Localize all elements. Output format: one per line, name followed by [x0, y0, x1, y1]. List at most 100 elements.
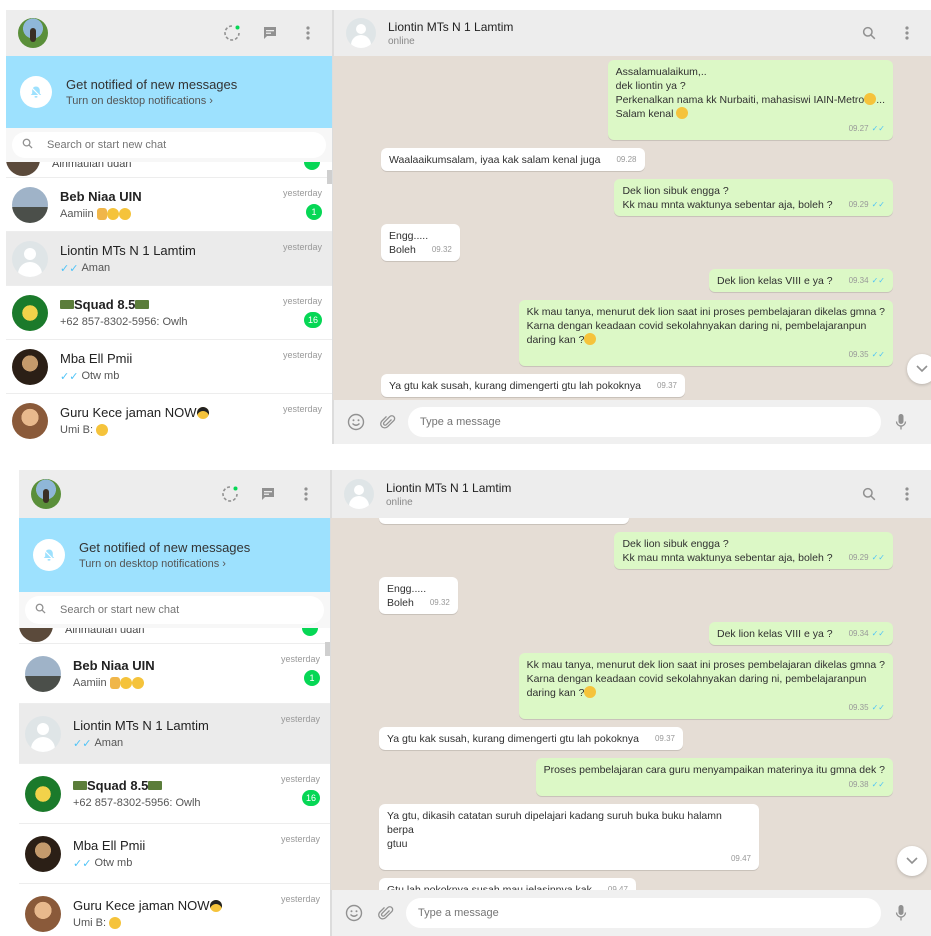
- message-bubble[interactable]: Dek lion kelas VIII e ya ? 09.34 ✓✓: [709, 622, 893, 645]
- search-box[interactable]: [12, 132, 326, 158]
- sidebar: Get notified of new messages Turn on des…: [19, 470, 331, 936]
- chat-item-guru-kece[interactable]: Guru Kece jaman NOW Umi B: yesterday: [6, 394, 332, 444]
- message-list[interactable]: Dek lion sibuk engga ? Kk mau mnta waktu…: [331, 518, 931, 892]
- menu-icon[interactable]: [895, 482, 919, 506]
- message-text: Ya gtu kak susah, kurang dimengerti gtu …: [387, 733, 639, 745]
- message-incoming: Engg..... Boleh 09.32: [381, 224, 893, 261]
- message-bubble[interactable]: Ya gtu kak susah, kurang dimengerti gtu …: [381, 374, 685, 397]
- message-bubble[interactable]: Dek lion sibuk engga ? Kk mau mnta waktu…: [614, 532, 893, 569]
- message-bubble[interactable]: Dek lion kelas VIII e ya ? 09.34 ✓✓: [709, 269, 893, 292]
- notification-link[interactable]: Turn on desktop notifications ›: [66, 95, 237, 107]
- chat-time: yesterday: [282, 242, 322, 252]
- chat-item-squad[interactable]: Squad 8.5 +62 857-8302-5956: Owlh yester…: [6, 286, 332, 340]
- books-emoji-icon: [148, 781, 163, 790]
- pray-emoji-icon: [96, 208, 107, 220]
- chat-item-beb-niaa-uin[interactable]: Beb Niaa UIN Aamiin yesterday 1: [19, 644, 330, 704]
- chat-last-message: ✓✓ Otw mb: [73, 857, 133, 870]
- chat-item-liontin[interactable]: Liontin MTs N 1 Lamtim ✓✓ Aman yesterday: [19, 704, 330, 764]
- message-bubble[interactable]: Kk mau tanya, menurut dek lion saat ini …: [518, 653, 893, 719]
- relieved-emoji-icon: [96, 424, 109, 436]
- search-icon: [35, 601, 46, 619]
- search-input[interactable]: [60, 604, 300, 616]
- message-text: Ya gtu, dikasih catatan suruh dipelajari…: [387, 810, 722, 850]
- attach-icon[interactable]: [374, 901, 398, 925]
- notification-banner[interactable]: Get notified of new messages Turn on des…: [19, 518, 330, 592]
- menu-icon[interactable]: [294, 482, 318, 506]
- chat-item-partial[interactable]: Ainmaulan udan: [19, 628, 330, 644]
- message-time: 09.37: [654, 734, 675, 743]
- whatsapp-window: Get notified of new messages Turn on des…: [6, 10, 931, 444]
- screenshot-top: Get notified of new messages Turn on des…: [6, 10, 931, 444]
- chat-avatar: [25, 895, 61, 932]
- read-ticks-icon: ✓✓: [871, 553, 885, 562]
- new-chat-icon[interactable]: [256, 482, 280, 506]
- search-box[interactable]: [25, 596, 324, 624]
- search-bar: [19, 592, 330, 628]
- emoji-icon[interactable]: [342, 901, 366, 925]
- message-input[interactable]: [420, 416, 869, 428]
- my-avatar[interactable]: [18, 18, 48, 48]
- chat-item-guru-kece[interactable]: Guru Kece jaman NOW Umi B: yesterday: [19, 884, 330, 936]
- conversation-pane: Liontin MTs N 1 Lamtim online Dek lion s…: [331, 470, 931, 936]
- search-input[interactable]: [47, 139, 287, 151]
- chat-time: yesterday: [280, 774, 320, 784]
- hug-emoji-icon: [676, 107, 689, 119]
- unread-badge: 16: [301, 790, 320, 806]
- message-meta: 09.29 ✓✓: [848, 553, 885, 562]
- scroll-down-button[interactable]: [897, 846, 927, 876]
- status-icon[interactable]: [220, 21, 244, 45]
- status-icon[interactable]: [218, 482, 242, 506]
- message-bubble[interactable]: Ya gtu kak susah, kurang dimengerti gtu …: [379, 727, 683, 750]
- search-icon: [22, 136, 33, 154]
- scroll-down-button[interactable]: [907, 354, 931, 384]
- conversation-title: Liontin MTs N 1 Lamtim: [388, 19, 514, 34]
- menu-icon[interactable]: [296, 21, 320, 45]
- sidebar-scrollbar[interactable]: [325, 642, 330, 656]
- chat-avatar: [19, 628, 53, 642]
- chat-avatar: [12, 402, 48, 439]
- message-bubble[interactable]: Ya gtu, dikasih catatan suruh dipelajari…: [379, 804, 759, 870]
- my-avatar[interactable]: [31, 479, 61, 509]
- message-list[interactable]: Assalamualaikum,.. dek liontin ya ? Perk…: [333, 56, 931, 400]
- message-outgoing: Dek lion kelas VIII e ya ? 09.34 ✓✓: [379, 622, 893, 645]
- chat-time: yesterday: [280, 714, 320, 724]
- message-bubble[interactable]: Waalaaikumsalam, iyaa kak salam kenal ju…: [381, 148, 645, 171]
- message-text: Waalaaikumsalam, iyaa kak salam kenal ju…: [389, 154, 601, 166]
- emoji-icon[interactable]: [344, 410, 368, 434]
- read-ticks-icon: ✓✓: [871, 276, 885, 285]
- menu-icon[interactable]: [895, 21, 919, 45]
- message-incoming: Ya gtu, dikasih catatan suruh dipelajari…: [379, 804, 893, 870]
- mic-icon[interactable]: [889, 410, 913, 434]
- message-bubble[interactable]: Dek lion sibuk engga ? Kk mau mnta waktu…: [614, 179, 893, 216]
- message-bubble[interactable]: Kk mau tanya, menurut dek lion saat ini …: [518, 300, 893, 366]
- chat-item-mba-ell-pmii[interactable]: Mba Ell Pmii ✓✓ Otw mb yesterday: [19, 824, 330, 884]
- chat-item-liontin[interactable]: Liontin MTs N 1 Lamtim ✓✓ Aman yesterday: [6, 232, 332, 286]
- conversation-header[interactable]: Liontin MTs N 1 Lamtim online: [333, 10, 931, 56]
- message-input-box[interactable]: [408, 407, 881, 437]
- message-text: Dek lion kelas VIII e ya ?: [717, 275, 833, 287]
- new-chat-icon[interactable]: [258, 21, 282, 45]
- chat-item-mba-ell-pmii[interactable]: Mba Ell Pmii ✓✓ Otw mb yesterday: [6, 340, 332, 394]
- conversation-header[interactable]: Liontin MTs N 1 Lamtim online: [331, 470, 931, 518]
- mic-icon[interactable]: [889, 901, 913, 925]
- message-bubble[interactable]: Engg..... Boleh 09.32: [381, 224, 460, 261]
- message-bubble[interactable]: Assalamualaikum,.. dek liontin ya ? Perk…: [607, 60, 893, 140]
- message-bubble[interactable]: Proses pembelajaran cara guru menyampaik…: [535, 758, 893, 796]
- chat-item-squad[interactable]: Squad 8.5 +62 857-8302-5956: Owlh yester…: [19, 764, 330, 824]
- message-input[interactable]: [418, 907, 869, 919]
- search-icon[interactable]: [857, 482, 881, 506]
- attach-icon[interactable]: [376, 410, 400, 434]
- notification-banner[interactable]: Get notified of new messages Turn on des…: [6, 56, 332, 128]
- search-icon[interactable]: [857, 21, 881, 45]
- chat-item-beb-niaa-uin[interactable]: Beb Niaa UIN Aamiin yesterday 1: [6, 178, 332, 232]
- message-input-box[interactable]: [406, 898, 881, 928]
- notification-text: Get notified of new messages Turn on des…: [66, 77, 237, 107]
- message-bubble[interactable]: Engg..... Boleh 09.32: [379, 577, 458, 614]
- chat-time: yesterday: [282, 350, 322, 360]
- message-meta: 09.35 ✓✓: [848, 350, 885, 359]
- message-bubble[interactable]: [379, 518, 629, 524]
- chat-item-partial[interactable]: Ainmaulan udan: [6, 162, 332, 178]
- notification-link[interactable]: Turn on desktop notifications ›: [79, 558, 250, 570]
- sidebar-scrollbar[interactable]: [327, 170, 332, 184]
- sidebar-header: [6, 10, 332, 56]
